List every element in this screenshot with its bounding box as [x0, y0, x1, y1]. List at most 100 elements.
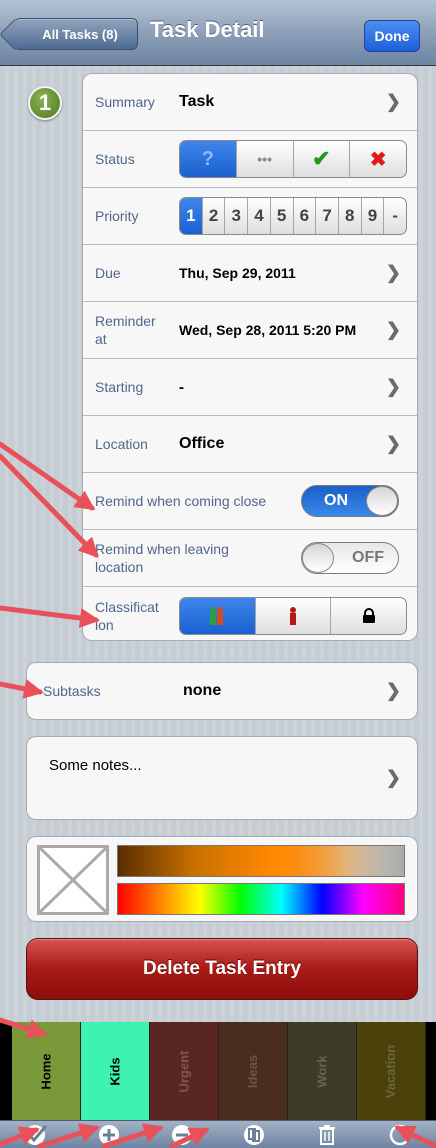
person-icon — [290, 606, 296, 625]
group-icon — [210, 606, 224, 625]
notes-group[interactable]: Some notes... ❯ — [26, 736, 418, 820]
remind-close-row: Remind when coming close ON — [83, 473, 417, 530]
category-vacation[interactable]: Vacation — [357, 1022, 426, 1120]
priority-segmented-control[interactable]: 1 2 3 4 5 6 7 8 9 - — [179, 197, 407, 235]
category-work[interactable]: Work — [288, 1022, 357, 1120]
remind-close-switch[interactable]: ON — [301, 485, 399, 517]
priority-row: Priority 1 2 3 4 5 6 7 8 9 - — [83, 188, 417, 245]
task-fields-group: Summary Task ❯ Status ? ••• ✔ ✖ Priority… — [82, 73, 418, 641]
priority-4-segment[interactable]: 4 — [248, 198, 271, 234]
location-row[interactable]: Location Office ❯ — [83, 416, 417, 473]
location-label: Location — [95, 436, 148, 452]
priority-9-segment[interactable]: 9 — [362, 198, 385, 234]
status-cancelled-segment[interactable]: ✖ — [350, 141, 406, 177]
empty-image-icon — [40, 848, 106, 912]
priority-8-segment[interactable]: 8 — [339, 198, 362, 234]
summary-row[interactable]: Summary Task ❯ — [83, 74, 417, 131]
priority-none-segment[interactable]: - — [384, 198, 406, 234]
location-value: Office — [179, 435, 225, 452]
duplicate-icon[interactable] — [239, 1123, 269, 1147]
back-button[interactable]: All Tasks (8) — [14, 18, 138, 50]
category-label: Kids — [107, 1056, 123, 1086]
trash-icon[interactable] — [312, 1123, 342, 1147]
chevron-right-icon: ❯ — [385, 319, 401, 340]
public-segment[interactable] — [180, 597, 256, 634]
switch-knob — [366, 486, 398, 516]
reminder-label: Reminder at — [95, 313, 156, 347]
status-segmented-control[interactable]: ? ••• ✔ ✖ — [179, 140, 407, 178]
delete-task-button[interactable]: Delete Task Entry — [26, 938, 418, 1000]
reminder-value: Wed, Sep 28, 2011 5:20 PM — [179, 322, 357, 338]
remind-leave-switch[interactable]: OFF — [301, 542, 399, 574]
navigation-bar: All Tasks (8) Task Detail Done — [0, 0, 436, 66]
brightness-gradient[interactable] — [117, 845, 405, 877]
remind-leave-label: Remind when leaving location — [95, 541, 229, 575]
color-picker-group — [26, 836, 418, 922]
subtasks-group: Subtasks none ❯ — [26, 662, 418, 720]
remind-leave-row: Remind when leaving location OFF — [83, 530, 417, 587]
status-done-segment[interactable]: ✔ — [294, 141, 351, 177]
priority-6-segment[interactable]: 6 — [294, 198, 317, 234]
switch-state-label: OFF — [352, 549, 384, 566]
status-label: Status — [95, 151, 135, 167]
plus-icon[interactable] — [94, 1123, 124, 1147]
category-urgent[interactable]: Urgent — [150, 1022, 219, 1120]
subtasks-label: Subtasks — [43, 683, 101, 699]
back-button-label: All Tasks (8) — [42, 26, 118, 42]
status-unknown-segment[interactable]: ? — [180, 141, 237, 177]
category-home[interactable]: Home — [12, 1022, 81, 1120]
due-label: Due — [95, 265, 121, 281]
chevron-right-icon: ❯ — [385, 262, 401, 283]
classification-label: Classificat ion — [95, 598, 159, 633]
reminder-row[interactable]: Reminder at Wed, Sep 28, 2011 5:20 PM ❯ — [83, 302, 417, 359]
notes-text: Some notes... — [49, 757, 142, 774]
locked-segment[interactable] — [331, 598, 406, 634]
category-label: Work — [314, 1054, 330, 1088]
category-label: Ideas — [245, 1054, 261, 1088]
chevron-right-icon: ❯ — [385, 433, 401, 454]
category-label: Urgent — [176, 1050, 192, 1092]
chevron-right-icon: ❯ — [385, 680, 401, 701]
category-label: Home — [38, 1052, 54, 1090]
done-button[interactable]: Done — [364, 20, 420, 52]
due-value: Thu, Sep 29, 2011 — [179, 265, 296, 281]
remind-close-label: Remind when coming close — [95, 493, 267, 509]
image-placeholder[interactable] — [37, 845, 109, 915]
classification-row: Classificat ion — [83, 587, 417, 640]
classification-segmented-control[interactable] — [179, 596, 407, 635]
arrow-remind-close — [0, 441, 96, 511]
minus-icon[interactable] — [167, 1123, 197, 1147]
due-row[interactable]: Due Thu, Sep 29, 2011 ❯ — [83, 245, 417, 302]
check-icon[interactable] — [21, 1123, 51, 1147]
priority-1-segment[interactable]: 1 — [180, 198, 203, 234]
status-in-progress-segment[interactable]: ••• — [237, 141, 294, 177]
starting-value: - — [179, 378, 184, 396]
bottom-toolbar — [0, 1120, 436, 1148]
hue-gradient[interactable] — [117, 883, 405, 915]
subtasks-value: none — [183, 682, 222, 699]
priority-2-segment[interactable]: 2 — [203, 198, 226, 234]
summary-value: Task — [179, 93, 215, 110]
category-kids[interactable]: Kids — [81, 1022, 150, 1120]
chevron-right-icon: ❯ — [385, 376, 401, 397]
task-number-badge: 1 — [28, 86, 62, 120]
priority-7-segment[interactable]: 7 — [316, 198, 339, 234]
switch-knob — [302, 543, 334, 573]
private-segment[interactable] — [256, 597, 332, 634]
starting-label: Starting — [95, 379, 144, 395]
chevron-right-icon: ❯ — [385, 91, 401, 112]
category-ideas[interactable]: Ideas — [219, 1022, 288, 1120]
category-strip: Home Kids Urgent Ideas Work Vacation — [0, 1022, 436, 1120]
priority-5-segment[interactable]: 5 — [271, 198, 294, 234]
category-label: Vacation — [383, 1044, 399, 1098]
search-icon[interactable] — [385, 1123, 415, 1147]
lock-icon — [362, 607, 375, 623]
starting-row[interactable]: Starting - ❯ — [83, 359, 417, 416]
priority-label: Priority — [95, 208, 139, 224]
page-title: Task Detail — [150, 17, 265, 42]
summary-label: Summary — [95, 94, 155, 110]
chevron-right-icon: ❯ — [385, 767, 401, 788]
switch-state-label: ON — [324, 492, 348, 509]
priority-3-segment[interactable]: 3 — [225, 198, 249, 234]
subtasks-row[interactable]: Subtasks none ❯ — [27, 663, 417, 719]
